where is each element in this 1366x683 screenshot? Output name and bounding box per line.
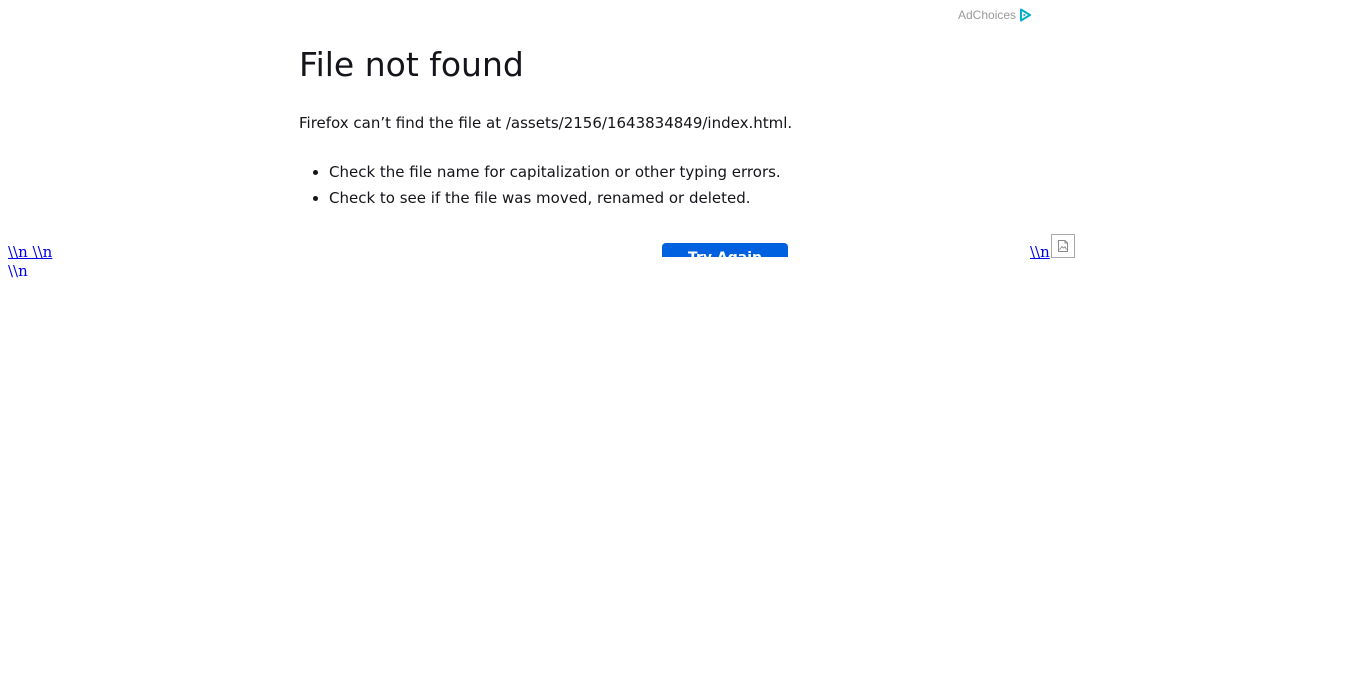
left-link[interactable]: \\n \\n <box>8 243 52 261</box>
adchoices-triangle-icon <box>1018 8 1032 22</box>
adchoices-link[interactable]: AdChoices <box>958 8 1032 22</box>
hint-list: Check the file name for capitalization o… <box>299 159 1059 211</box>
error-page: File not found Firefox can’t find the fi… <box>299 40 1059 211</box>
right-link[interactable]: \\n <box>1030 243 1050 262</box>
broken-image-icon <box>1051 234 1075 258</box>
left-link-text: \\n <box>8 262 28 280</box>
list-item: Check to see if the file was moved, rena… <box>329 185 1059 211</box>
try-again-button[interactable]: Try Again <box>662 243 788 257</box>
try-again-label: Try Again <box>662 243 788 257</box>
page-title: File not found <box>299 45 524 84</box>
adchoices-label: AdChoices <box>958 8 1017 22</box>
left-links: \\n \\n \\n <box>8 243 52 281</box>
error-description: Firefox can’t find the file at /assets/2… <box>299 114 793 132</box>
list-item: Check the file name for capitalization o… <box>329 159 1059 185</box>
